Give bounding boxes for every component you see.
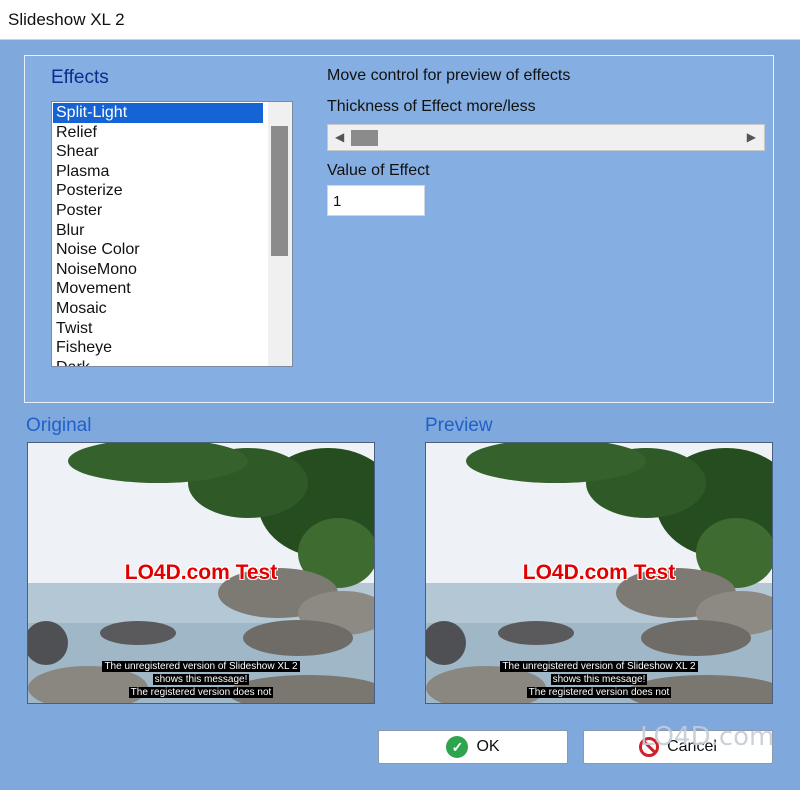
window-title: Slideshow XL 2 [8, 10, 125, 29]
ok-button-label: OK [476, 738, 500, 755]
preview-caption: Preview [425, 415, 493, 436]
lo4d-watermark: LO4D.com [640, 722, 775, 752]
effects-list: Split-Light Relief Shear Plasma Posterize Pos… [52, 102, 292, 366]
effect-list-item[interactable]: Twist [53, 319, 263, 339]
effect-list-item[interactable]: Posterize [53, 181, 263, 201]
effect-list-item[interactable]: Poster [53, 201, 263, 221]
effect-list-item[interactable]: Split-Light [53, 103, 263, 123]
effect-list-item[interactable]: Blur [53, 221, 263, 241]
effect-list-item[interactable]: Movement [53, 279, 263, 299]
effect-list-item[interactable]: Plasma [53, 162, 263, 182]
effects-listbox[interactable]: Split-Light Relief Shear Plasma Posterize Pos… [51, 101, 293, 367]
dialog-client: Effects Split-Light Relief Shear Plasma Post… [0, 40, 800, 790]
move-hint-label: Move control for preview of effects [327, 67, 571, 84]
ok-button[interactable]: ✓ OK [378, 730, 568, 764]
effects-heading: Effects [51, 67, 109, 88]
effect-list-item[interactable]: Mosaic [53, 299, 263, 319]
effects-panel: Effects Split-Light Relief Shear Plasma Post… [24, 55, 774, 403]
preview-notice-line-3: The registered version does not [526, 687, 672, 698]
preview-notice-line-1: The unregistered version of Slideshow XL… [500, 661, 698, 672]
preview-notice-line-2: shows this message! [550, 674, 648, 685]
preview-image: LO4D.com Test The unregistered version o… [425, 442, 773, 704]
title-bar: Slideshow XL 2 [0, 0, 800, 40]
original-notice-line-1: The unregistered version of Slideshow XL… [102, 661, 300, 672]
original-notice-line-2: shows this message! [152, 674, 250, 685]
original-notice-line-3: The registered version does not [128, 687, 274, 698]
effect-list-item[interactable]: Shear [53, 142, 263, 162]
original-image: LO4D.com Test The unregistered version o… [27, 442, 375, 704]
effect-list-item[interactable]: NoiseMono [53, 260, 263, 280]
preview-watermark: LO4D.com Test [522, 561, 676, 584]
arrow-left-icon[interactable]: ◀ [335, 130, 344, 144]
value-label: Value of Effect [327, 162, 430, 179]
effects-list-scroll-thumb[interactable] [271, 126, 288, 256]
thickness-scrollbar[interactable]: ◀ ▶ [327, 124, 765, 151]
effects-list-scrollbar[interactable] [268, 102, 292, 366]
effect-list-item[interactable]: Relief [53, 123, 263, 143]
thickness-scroll-thumb[interactable] [351, 130, 378, 146]
checkmark-icon: ✓ [446, 736, 469, 758]
arrow-right-icon[interactable]: ▶ [747, 130, 756, 144]
value-of-effect-input[interactable]: 1 [327, 185, 425, 216]
effect-list-item[interactable]: Noise Color [53, 240, 263, 260]
thickness-label: Thickness of Effect more/less [327, 98, 536, 115]
original-watermark: LO4D.com Test [124, 561, 278, 584]
effect-list-item[interactable]: Fisheye [53, 338, 263, 358]
original-caption: Original [26, 415, 92, 436]
effect-list-item[interactable]: Dark [53, 358, 263, 366]
